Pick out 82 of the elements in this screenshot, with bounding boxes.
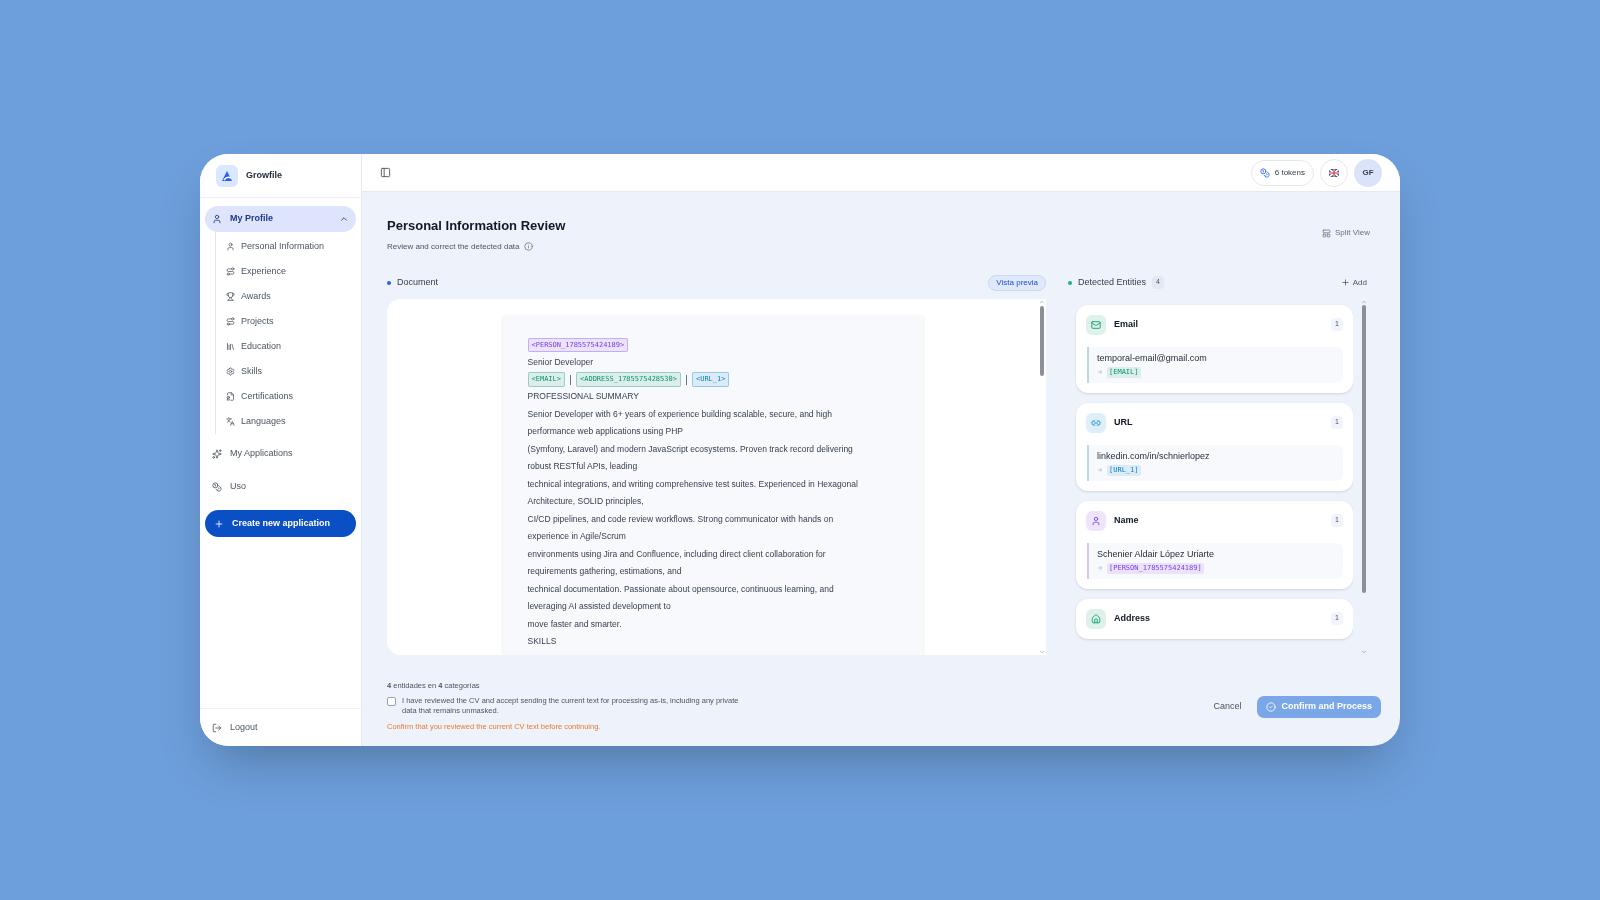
envelope-icon <box>1086 314 1106 335</box>
user-icon <box>1086 510 1106 531</box>
gear-icon <box>226 367 235 376</box>
submenu-item[interactable]: Skills <box>226 359 356 384</box>
nav-item[interactable]: Uso <box>205 474 356 500</box>
coins-icon <box>1259 167 1270 178</box>
document-line: Architecture, SOLID principles, <box>527 495 645 508</box>
arrow-icon <box>1097 467 1103 474</box>
books-icon <box>226 342 235 351</box>
link-icon <box>1086 412 1106 433</box>
info-icon <box>523 242 533 251</box>
submenu-item[interactable]: Awards <box>226 284 356 309</box>
document-line: leveraging AI assisted development to <box>527 600 672 613</box>
house-icon <box>1086 608 1106 629</box>
route-icon <box>226 267 235 276</box>
document-line: requirements gathering, estimations, and <box>527 565 683 578</box>
entity-type: Email <box>1114 317 1139 331</box>
language-button[interactable] <box>1320 158 1348 187</box>
section-label: Document <box>397 275 440 289</box>
entity-type: Name <box>1114 513 1140 527</box>
route-icon <box>226 317 235 326</box>
scroll-up-icon[interactable] <box>1039 298 1045 305</box>
entity-text: temporal-email@gmail.com <box>1097 351 1208 365</box>
add-button[interactable]: Add <box>1340 276 1367 289</box>
create-application-button[interactable]: Create new application <box>205 510 356 537</box>
tokens-button[interactable]: 6 tokens <box>1250 159 1314 186</box>
document-line: performance web applications using PHP <box>527 425 684 438</box>
logout-button[interactable]: Logout <box>212 720 258 735</box>
document-line: CI/CD pipelines, and code review workflows. Strong communicator with hands on <box>527 512 835 526</box>
page-subtitle: Review and correct the detected data <box>387 240 520 253</box>
coins-icon <box>212 482 222 492</box>
document-line: experience in Agile/Scrum <box>527 530 627 543</box>
layout-icon <box>1322 228 1331 238</box>
submenu-item[interactable]: Experience <box>226 259 356 284</box>
document-line: robust RESTful APIs, leading <box>527 460 639 473</box>
logo-icon <box>216 164 238 187</box>
scroll-down-icon[interactable] <box>1039 648 1045 655</box>
arrow-icon <box>1097 369 1103 376</box>
submenu-item[interactable]: Education <box>226 334 356 359</box>
document-line: technical documentation. Passionate about opensource, continuous learning, and <box>527 582 835 596</box>
arrow-icon <box>1097 565 1103 572</box>
page-title: Personal Information Review <box>387 217 567 235</box>
preview-button[interactable]: Vista previa <box>988 274 1046 291</box>
avatar[interactable]: GF <box>1354 158 1382 187</box>
document-line: move faster and smarter. <box>527 617 623 631</box>
brand-name: Growfile <box>246 168 282 182</box>
nav-item[interactable]: My Applications <box>205 441 356 467</box>
plus-icon <box>214 518 224 529</box>
check-circle-icon <box>1266 702 1277 712</box>
scroll-up-icon[interactable] <box>1361 298 1367 305</box>
submenu-item[interactable]: Personal Information <box>226 234 356 259</box>
document-line: PROFESSIONAL SUMMARY <box>527 390 640 403</box>
cancel-button[interactable]: Cancel <box>1213 700 1242 714</box>
certificate-icon <box>226 392 235 401</box>
entity-text: linkedin.com/in/schnierlopez <box>1097 449 1211 463</box>
entity-text: Schenier Aldair López Uriarte <box>1097 547 1216 561</box>
document-line: Senior Developer with 6+ years of experience building scalable, secure, and high <box>527 407 834 421</box>
user-icon <box>212 214 222 224</box>
submenu-item[interactable]: Languages <box>226 409 356 434</box>
document-line: (Symfony, Laravel) and modern JavaScript ecosystems. Proven track record delivering <box>527 442 854 456</box>
chevron-icon[interactable] <box>339 214 349 224</box>
nav-item[interactable]: My Profile <box>205 206 356 232</box>
translate-icon <box>226 417 235 426</box>
sparkles-icon <box>212 449 222 459</box>
entity-type: Address <box>1114 611 1151 625</box>
flag-icon <box>1329 168 1339 177</box>
consent-checkbox[interactable] <box>387 696 396 706</box>
plus-icon <box>1340 278 1350 287</box>
trophy-icon <box>226 292 235 301</box>
scroll-down-icon[interactable] <box>1361 648 1367 655</box>
sidebar-toggle-icon[interactable] <box>380 167 391 178</box>
document-line: environments using Jira and Confluence, including direct client collaboration for <box>527 547 827 561</box>
entity-type: URL <box>1114 415 1134 429</box>
document-line: technical integrations, and writing comprehensive test suites. Experienced in Hexagonal <box>527 477 859 491</box>
section-label: Detected Entities <box>1078 275 1147 289</box>
submenu-item[interactable]: Projects <box>226 309 356 334</box>
user-icon <box>226 242 235 251</box>
logout-icon <box>212 722 222 733</box>
document-line: Senior Developer <box>527 355 595 369</box>
submenu-item[interactable]: Certifications <box>226 384 356 409</box>
document-line: SKILLS <box>527 635 558 648</box>
split-view-button[interactable]: Split View <box>1322 227 1370 239</box>
